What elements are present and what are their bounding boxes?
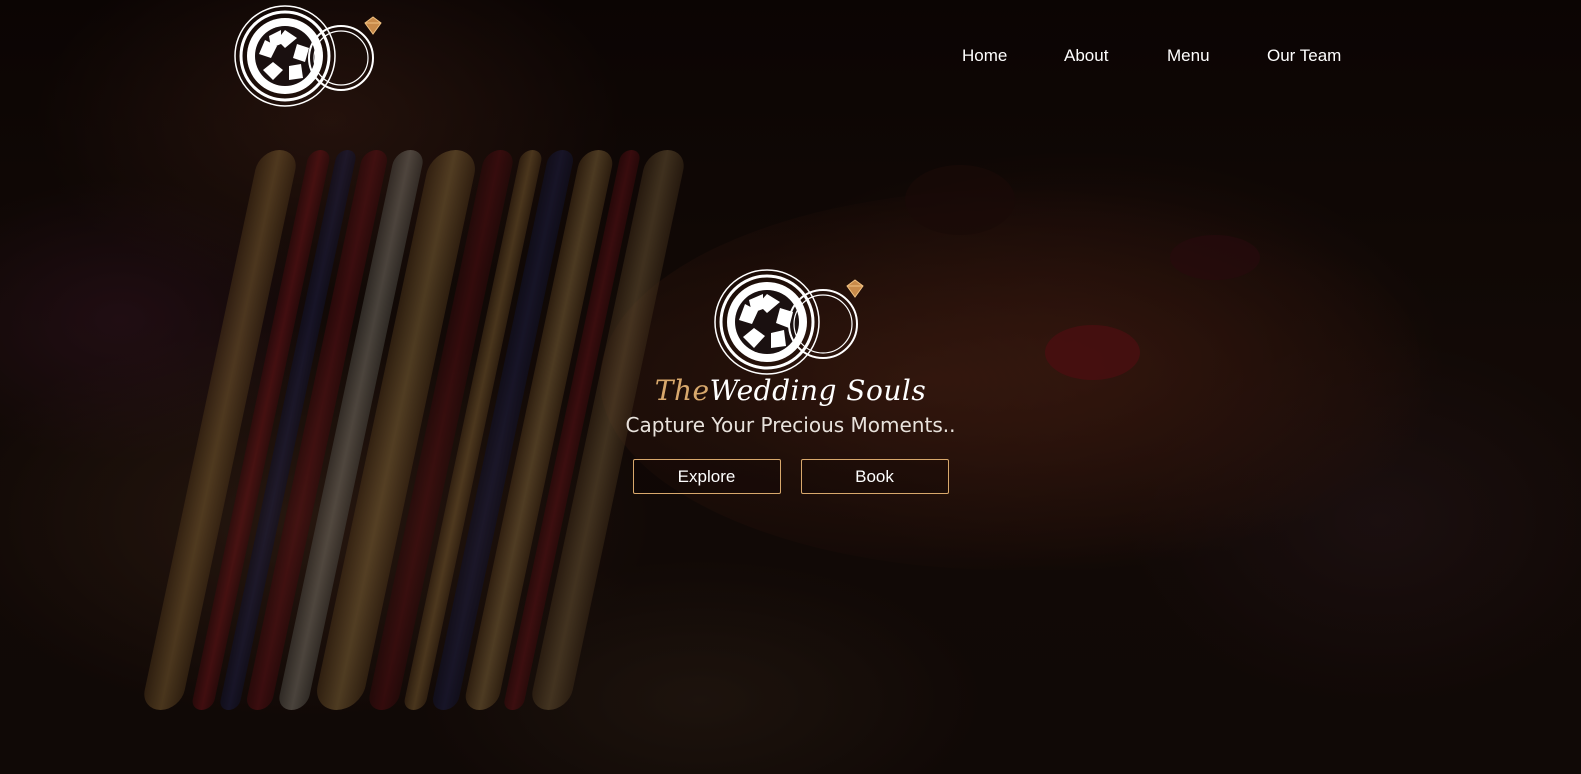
- hero-content: TheWedding Souls Capture Your Precious M…: [0, 266, 1581, 494]
- logo-icon[interactable]: [233, 4, 388, 110]
- nav-item-menu[interactable]: Menu: [1167, 46, 1210, 66]
- explore-button[interactable]: Explore: [632, 459, 781, 494]
- brand-name: TheWedding Souls: [0, 374, 1581, 407]
- hero-tagline: Capture Your Precious Moments..: [625, 413, 956, 437]
- nav-item-about[interactable]: About: [1064, 46, 1108, 66]
- hero-section: Home About Menu Our Team TheWedding Soul…: [0, 0, 1581, 774]
- brand-prefix: The: [654, 374, 710, 407]
- hero-buttons: Explore Book: [0, 459, 1581, 494]
- book-button[interactable]: Book: [800, 459, 949, 494]
- nav-item-our-team[interactable]: Our Team: [1267, 46, 1341, 66]
- brand-title: Wedding Souls: [709, 374, 927, 407]
- brand-logo-icon: [713, 269, 864, 375]
- nav-item-home[interactable]: Home: [962, 46, 1007, 66]
